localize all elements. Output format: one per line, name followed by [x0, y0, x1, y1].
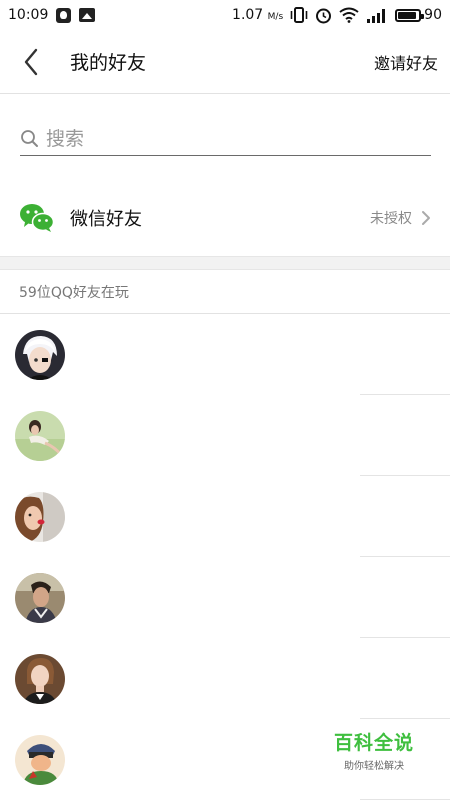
friend-row[interactable]: [0, 476, 450, 557]
image-notification-icon: [79, 8, 96, 22]
section-divider: [0, 256, 450, 270]
wechat-friends-label: 微信好友: [70, 209, 142, 230]
avatar-boy-outdoor[interactable]: [15, 572, 65, 623]
search-bar[interactable]: [20, 122, 431, 156]
avatar-girl-lying-field[interactable]: [15, 410, 65, 461]
avatar-girl-kissing[interactable]: [15, 491, 65, 542]
friend-row[interactable]: [0, 395, 450, 476]
signal-icon: [367, 8, 386, 23]
avatar-anime-white-hair[interactable]: [15, 329, 65, 380]
wechat-icon: [19, 202, 55, 234]
wifi-icon: [339, 7, 359, 23]
watermark-title: 百科全说: [333, 732, 414, 754]
friend-row[interactable]: [0, 314, 450, 395]
friend-row[interactable]: [0, 638, 450, 719]
qq-friends-header: 59位QQ好友在玩: [0, 271, 450, 314]
watermark: 百科全说 助你轻松解决: [318, 728, 430, 776]
search-input[interactable]: [46, 127, 416, 150]
friend-row[interactable]: [0, 557, 450, 638]
title-bar: 我的好友 邀请好友: [0, 30, 450, 94]
chevron-left-icon: [24, 48, 38, 75]
network-speed-unit: M/s: [267, 12, 284, 22]
chevron-right-icon: [422, 211, 430, 225]
battery-icon: [395, 8, 425, 22]
page-title: 我的好友: [70, 52, 147, 74]
qq-notification-icon: [56, 7, 72, 23]
wechat-friends-row[interactable]: 微信好友 未授权: [0, 186, 450, 250]
vibrate-icon: [290, 7, 308, 23]
search-icon: [20, 128, 42, 150]
back-button[interactable]: [6, 30, 56, 94]
battery-level: 90: [424, 7, 442, 23]
avatar-cartoon-character[interactable]: [15, 734, 65, 785]
invite-friends-button[interactable]: 邀请好友: [374, 50, 438, 74]
network-speed: 1.07 M/s: [232, 7, 284, 23]
status-time: 10:09: [8, 7, 49, 23]
alarm-icon: [316, 8, 332, 23]
battery-indicator: 90: [395, 7, 442, 23]
wechat-auth-status: 未授权: [370, 211, 412, 227]
status-bar: 10:09 1.07 M/s 90: [0, 0, 450, 30]
watermark-subtitle: 助你轻松解决: [344, 761, 404, 772]
avatar-woman-portrait[interactable]: [15, 653, 65, 704]
